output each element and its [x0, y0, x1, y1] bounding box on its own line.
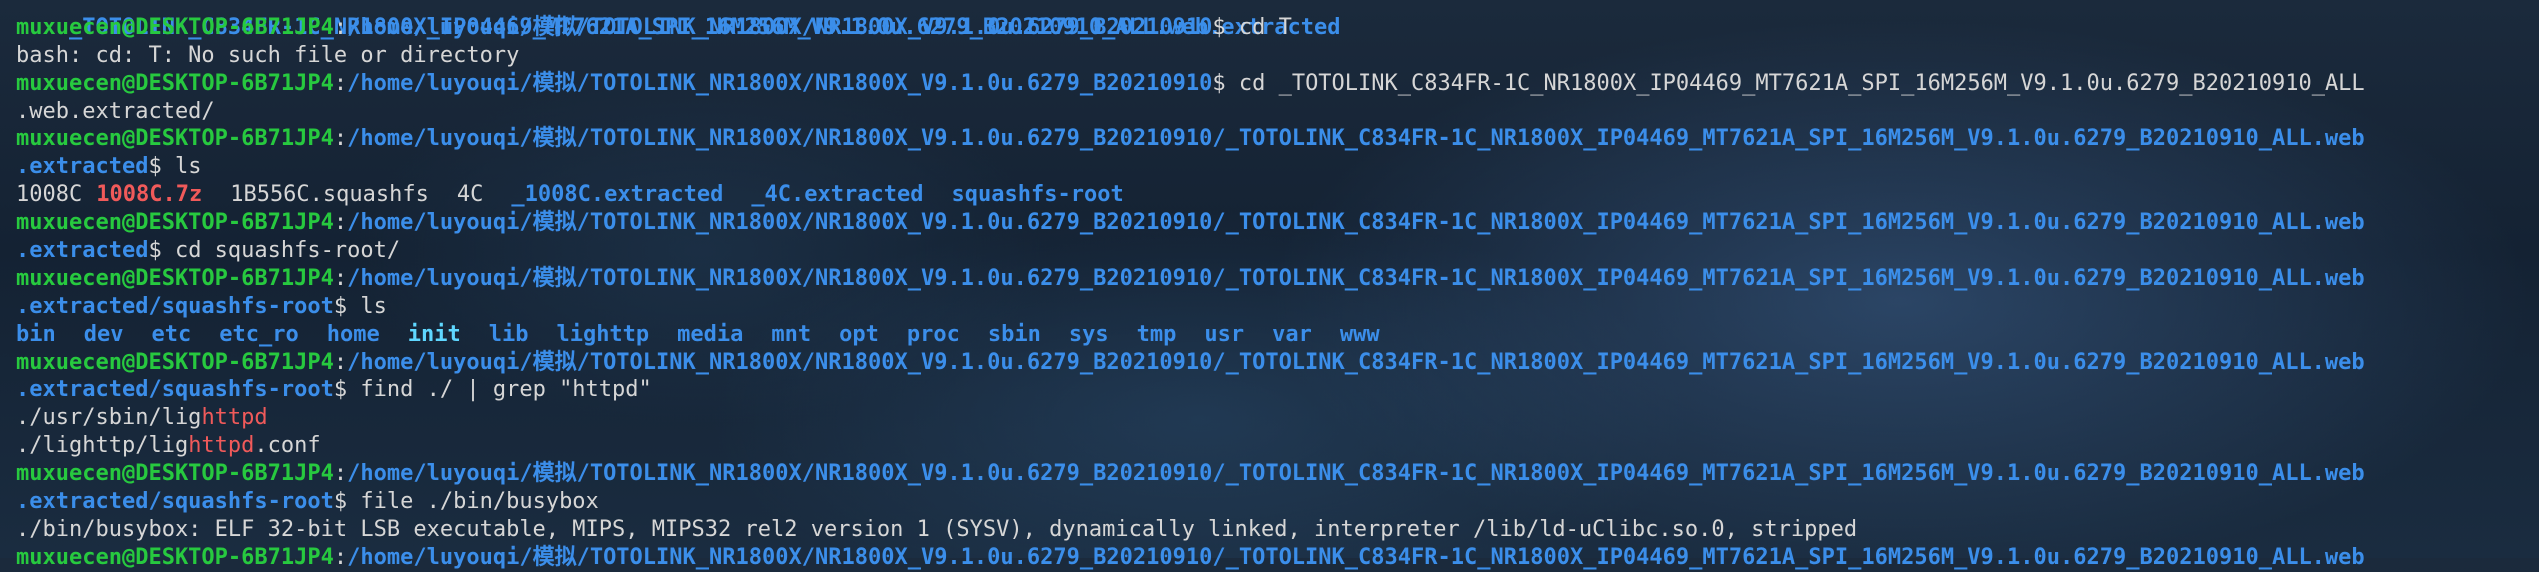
- prompt-path: /home/luyouqi/模拟/TOTOLINK_NR1800X/NR1800…: [347, 265, 2365, 291]
- terminal-line: .extracted/squashfs-root$ find ./ | grep…: [16, 376, 2539, 404]
- grep-match: httpd: [188, 433, 255, 459]
- terminal-line: .extracted$ ls: [16, 153, 2539, 181]
- prompt-user: muxuecen@DESKTOP-6B71JP4: [16, 461, 334, 487]
- directory-entry: bin: [16, 321, 56, 347]
- prompt-sep: :: [333, 70, 348, 96]
- terminal-line: .extracted/squashfs-root$ ls: [16, 293, 2539, 321]
- file-entry: 1008C: [16, 182, 83, 208]
- directory-entry: var: [1272, 321, 1312, 347]
- prompt-user: muxuecen@DESKTOP-6B71JP4: [16, 349, 334, 375]
- prompt-dollar: $: [1212, 70, 1226, 96]
- command-text: .web.extracted/: [16, 98, 215, 124]
- prompt-sep: :: [333, 544, 348, 570]
- directory-entry: lighttp: [556, 321, 650, 347]
- directory-entry: sbin: [987, 321, 1041, 347]
- command-text: file ./bin/busybox: [347, 489, 599, 515]
- directory-entry: proc: [906, 321, 960, 347]
- prompt-path: /home/luyouqi/模拟/TOTOLINK_NR1800X/NR1800…: [347, 461, 2365, 487]
- terminal-line: bash: cd: T: No such file or directory: [16, 42, 2539, 70]
- prompt-dollar: $: [333, 377, 348, 403]
- prompt-path: /home/luyouqi/模拟/TOTOLINK_NR1800X/NR1800…: [347, 14, 1213, 40]
- terminal-line: muxuecen@DESKTOP-6B71JP4:/home/luyouqi/模…: [16, 125, 2539, 153]
- terminal-line: ./usr/sbin/lighttpd: [16, 404, 2539, 432]
- terminal-line: muxuecen@DESKTOP-6B71JP4:/home/luyouqi/模…: [16, 349, 2539, 377]
- command-text: cd _TOTOLINK_C834FR-1C_NR1800X_IP04469_M…: [1225, 70, 2365, 96]
- prompt-path: .extracted: [16, 238, 149, 264]
- directory-entry: usr: [1204, 321, 1245, 347]
- terminal-line: bin dev etc etc_ro home init lib lighttp media mn…: [16, 321, 2539, 349]
- prompt-user: muxuecen@DESKTOP-6B71JP4: [16, 544, 334, 570]
- directory-entry: etc: [151, 321, 192, 347]
- grep-match: httpd: [201, 405, 268, 431]
- command-text: cd T: [1225, 14, 1292, 40]
- prompt-path: .extracted/squashfs-root: [16, 377, 334, 403]
- terminal-line: _TOTOLINK_C834FR-1C_NR1800X_IP04469_MT76…: [16, 0, 2539, 40]
- terminal-line: muxuecen@DESKTOP-6B71JP4:/home/luyouqi/模…: [16, 209, 2539, 237]
- prompt-path: /home/luyouqi/模拟/TOTOLINK_NR1800X/NR1800…: [347, 70, 1213, 96]
- archive-entry: 1008C.7z: [96, 182, 203, 208]
- prompt-path: /home/luyouqi/模拟/TOTOLINK_NR1800X/NR1800…: [347, 210, 2365, 236]
- executable-entry: init: [407, 321, 461, 347]
- directory-entry: squashfs-root: [951, 182, 1124, 208]
- terminal-line: .extracted$ cd squashfs-root/: [16, 237, 2539, 265]
- output-text: .conf: [254, 433, 321, 459]
- prompt-user: muxuecen@DESKTOP-6B71JP4: [16, 126, 334, 152]
- terminal-line: muxuecen@DESKTOP-6B71JP4:/home/luyouqi/模…: [16, 265, 2539, 293]
- directory-entry: www: [1339, 321, 1380, 347]
- output-text: ./usr/sbin/lig: [16, 405, 202, 431]
- output-text: ./bin/busybox: ELF 32-bit LSB executable…: [16, 516, 1858, 542]
- file-entry: 1B556C.squashfs: [230, 182, 429, 208]
- terminal-line: ./bin/busybox: ELF 32-bit LSB executable…: [16, 516, 2539, 544]
- file-entry: 4C: [456, 182, 484, 208]
- directory-entry: mnt: [771, 321, 812, 347]
- directory-entry: dev: [83, 321, 124, 347]
- prompt-user: muxuecen@DESKTOP-6B71JP4: [16, 210, 334, 236]
- command-text: find ./ | grep "httpd": [347, 377, 652, 403]
- directory-entry: opt: [839, 321, 879, 347]
- prompt-dollar: $: [148, 238, 162, 264]
- terminal-line: muxuecen@DESKTOP-6B71JP4:/home/luyouqi/模…: [16, 460, 2539, 488]
- directory-entry: _1008C.extracted: [511, 182, 724, 208]
- terminal-output[interactable]: _TOTOLINK_C834FR-1C_NR1800X_IP04469_MT76…: [0, 0, 2539, 572]
- prompt-sep: :: [333, 265, 348, 291]
- directory-entry: lib: [488, 321, 529, 347]
- directory-entry: etc_ro: [219, 321, 299, 347]
- prompt-user: muxuecen@DESKTOP-6B71JP4: [16, 70, 334, 96]
- terminal-line: muxuecen@DESKTOP-6B71JP4:/home/luyouqi/模…: [16, 14, 2539, 42]
- output-text: bash: cd: T: No such file or directory: [16, 42, 520, 68]
- prompt-path: .extracted: [16, 154, 149, 180]
- prompt-dollar: $: [1212, 14, 1226, 40]
- prompt-path: /home/luyouqi/模拟/TOTOLINK_NR1800X/NR1800…: [347, 126, 2365, 152]
- command-text: ls: [347, 293, 387, 319]
- terminal-line: muxuecen@DESKTOP-6B71JP4:/home/luyouqi/模…: [16, 70, 2539, 98]
- directory-entry: tmp: [1136, 321, 1177, 347]
- prompt-path: .extracted/squashfs-root: [16, 489, 334, 515]
- prompt-sep: :: [333, 210, 348, 236]
- terminal-line: .extracted/squashfs-root$ file ./bin/bus…: [16, 488, 2539, 516]
- directory-entry: media: [677, 321, 744, 347]
- prompt-dollar: $: [333, 293, 348, 319]
- prompt-sep: :: [333, 349, 348, 375]
- prompt-sep: :: [333, 126, 348, 152]
- prompt-path: /home/luyouqi/模拟/TOTOLINK_NR1800X/NR1800…: [347, 544, 2365, 570]
- directory-entry: _4C.extracted: [751, 182, 924, 208]
- command-text: cd squashfs-root/: [161, 238, 401, 264]
- prompt-path: .extracted/squashfs-root: [16, 293, 334, 319]
- prompt-dollar: $: [148, 154, 162, 180]
- prompt-sep: :: [333, 14, 348, 40]
- prompt-path: /home/luyouqi/模拟/TOTOLINK_NR1800X/NR1800…: [347, 349, 2365, 375]
- terminal-line: 1008C 1008C.7z 1B556C.squashfs 4C _1008C.ext…: [16, 181, 2539, 209]
- command-text: ls: [161, 154, 202, 180]
- prompt-user: muxuecen@DESKTOP-6B71JP4: [16, 14, 334, 40]
- prompt-dollar: $: [333, 489, 348, 515]
- directory-entry: home: [326, 321, 380, 347]
- output-text: ./lighttp/lig: [16, 433, 189, 459]
- prompt-user: muxuecen@DESKTOP-6B71JP4: [16, 265, 334, 291]
- prompt-sep: :: [333, 461, 348, 487]
- directory-entry: sys: [1068, 321, 1109, 347]
- terminal-line: ./lighttp/lighttpd.conf: [16, 432, 2539, 460]
- terminal-line: .web.extracted/: [16, 98, 2539, 126]
